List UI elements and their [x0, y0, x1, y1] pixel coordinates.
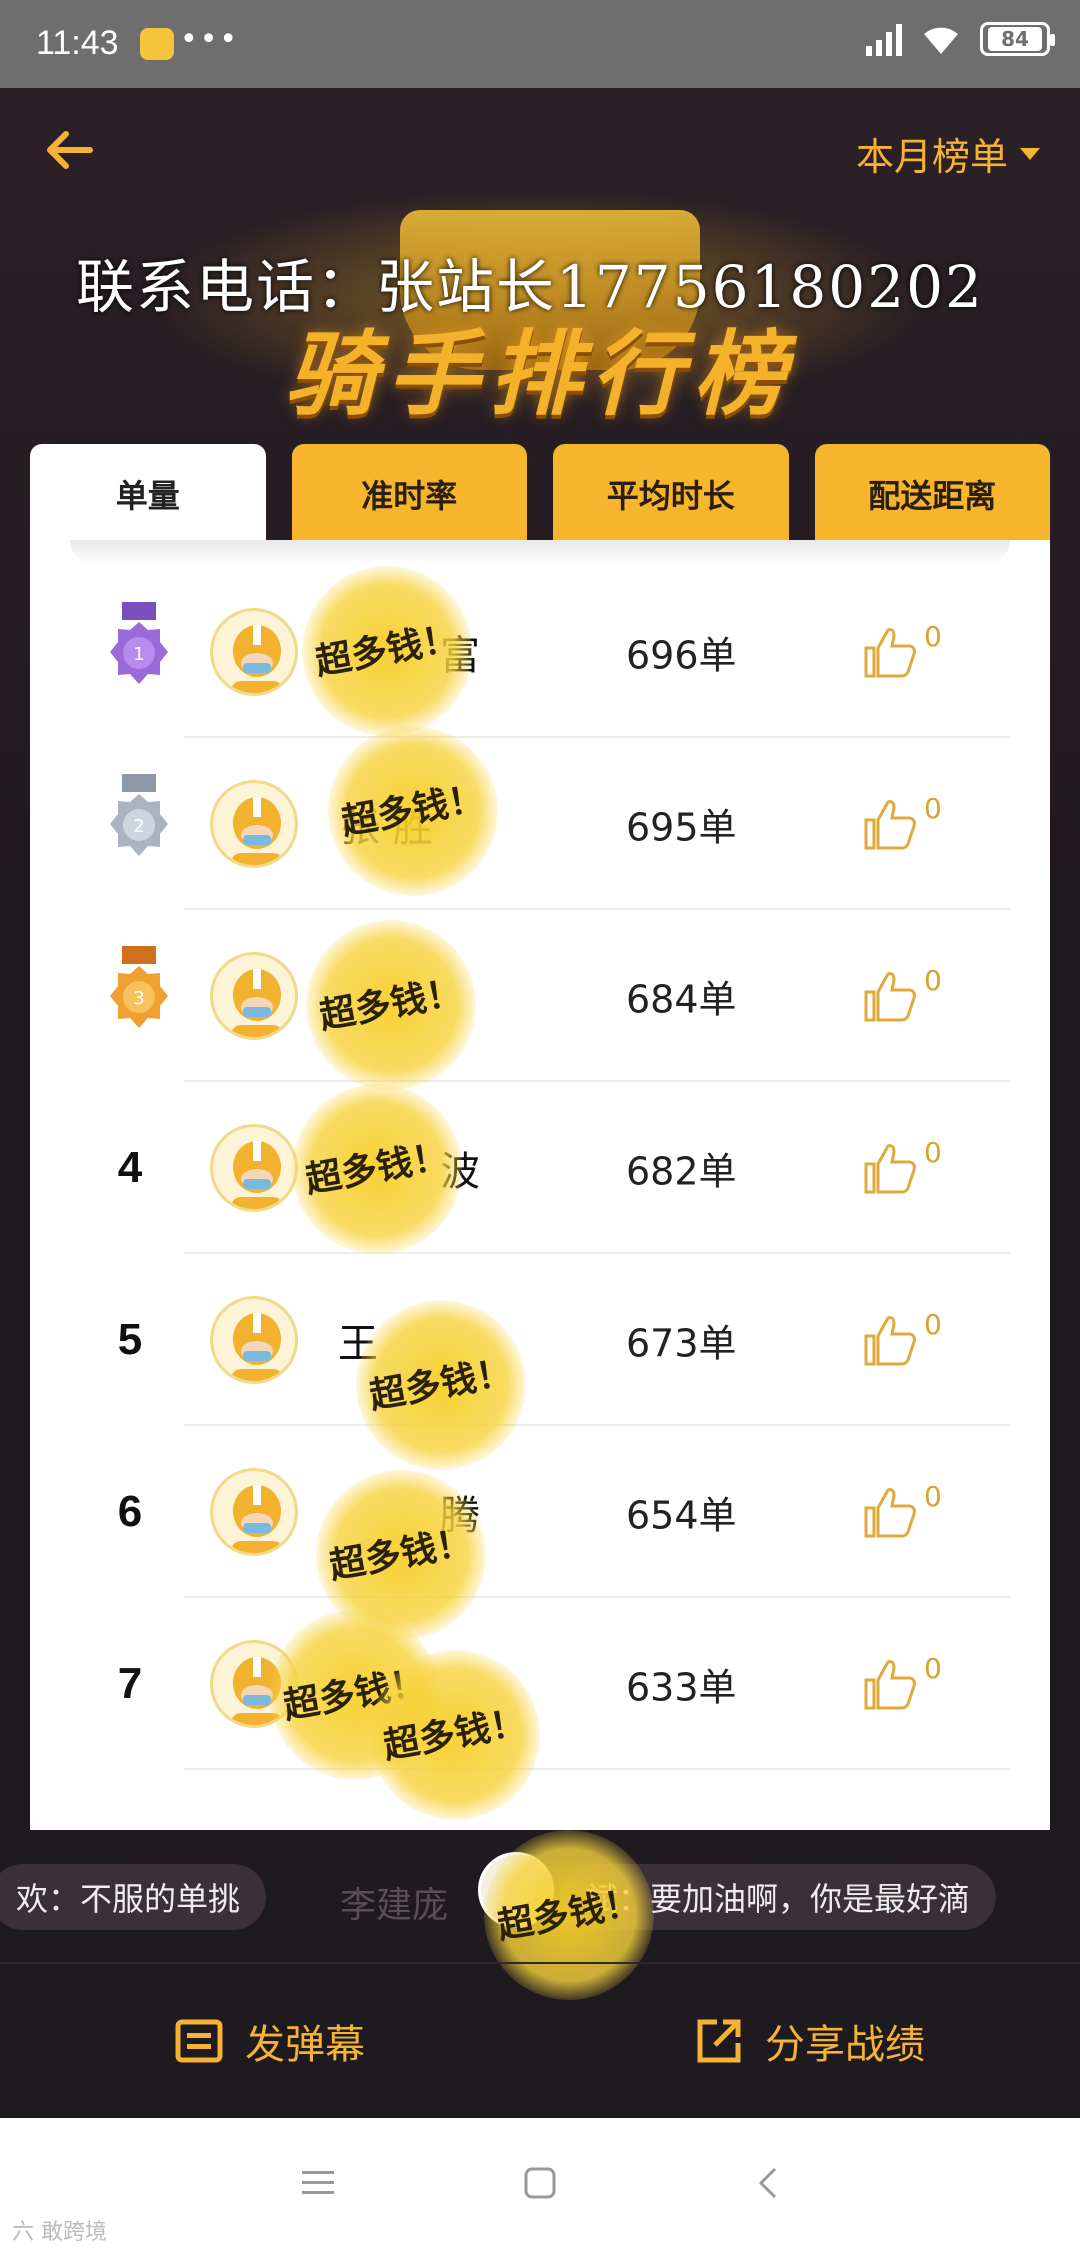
status-bar: 11:43 ••• 84	[0, 0, 1080, 88]
like-count: 0	[924, 964, 942, 997]
like-button[interactable]: 0	[862, 964, 942, 1024]
avatar	[210, 1468, 298, 1556]
list-item[interactable]: 7 633单 0	[30, 1598, 1050, 1770]
like-count: 0	[924, 792, 942, 825]
thumbs-up-icon	[864, 1660, 916, 1710]
signal-icon	[866, 22, 902, 56]
order-count: 633单	[626, 1665, 737, 1710]
medal-rank: 1	[133, 644, 144, 665]
like-button[interactable]: 0	[862, 620, 942, 680]
send-danmu-button[interactable]: 发弹幕	[0, 1964, 540, 2118]
danmu-icon	[175, 2019, 223, 2063]
like-count: 0	[924, 1480, 942, 1513]
like-count: 0	[924, 1308, 942, 1341]
avatar	[210, 780, 298, 868]
rank-number: 6	[117, 1487, 143, 1536]
more-notifications-icon: •••	[180, 22, 240, 57]
order-count: 684单	[626, 977, 737, 1022]
like-button[interactable]: 0	[862, 1308, 942, 1368]
avatar	[210, 608, 298, 696]
like-count: 0	[924, 620, 942, 653]
danmu-ghost-text: 李建庞	[340, 1885, 449, 1926]
send-danmu-label: 发弹幕	[245, 2022, 365, 2068]
danmu-bar: 欢：不服的单挑 李建庞 斌：要加油啊，你是最好滴 超多钱！	[0, 1816, 1080, 2014]
battery-icon: 84	[980, 22, 1055, 56]
tab-delivery-distance[interactable]: 配送距离	[814, 444, 1050, 544]
avatar	[210, 1296, 298, 1384]
back-icon	[758, 2167, 777, 2199]
list-item[interactable]: 6 腾 654单 0	[30, 1426, 1050, 1598]
danmu-message: 欢：不服的单挑	[0, 1864, 267, 1930]
thumbs-up-icon	[864, 972, 916, 1022]
medal-rank: 3	[133, 988, 144, 1009]
bottom-actions: 发弹幕 分享战绩	[0, 1962, 1080, 2118]
app-notification-icon	[140, 28, 174, 60]
avatar	[210, 1124, 298, 1212]
order-count: 695单	[626, 805, 737, 850]
thumbs-up-icon	[864, 1488, 916, 1538]
share-button[interactable]: 分享战绩	[540, 1964, 1080, 2118]
bronze-medal-icon: 3	[110, 946, 168, 1028]
like-button[interactable]: 0	[862, 1136, 942, 1196]
ranking-tabs: 单量 准时率 平均时长 配送距离	[30, 444, 1050, 544]
list-item[interactable]: 3 684单 0	[30, 910, 1050, 1082]
tab-average-duration[interactable]: 平均时长	[553, 444, 789, 544]
watermark: 六 敢跨境	[12, 2220, 107, 2245]
danmu-text: 欢：不服的单挑	[16, 1880, 241, 1918]
list-item[interactable]: 1 富 696单 0	[30, 566, 1050, 738]
avatar	[210, 952, 298, 1040]
medal-rank: 2	[133, 816, 144, 837]
ranking-list: 1 富 696单 0 2 张 胜 695单 0	[30, 540, 1050, 1834]
list-item[interactable]: 2 张 胜 695单 0	[30, 738, 1050, 910]
list-item[interactable]: 5 王 673单 0	[30, 1254, 1050, 1426]
tab-order-count[interactable]: 单量	[30, 444, 266, 544]
row-divider	[184, 1768, 1010, 1770]
share-icon	[697, 2019, 741, 2063]
home-icon	[524, 2167, 556, 2199]
rank-number: 4	[117, 1143, 143, 1192]
menu-icon	[302, 2171, 334, 2194]
order-count: 682单	[626, 1149, 737, 1194]
battery-level: 84	[988, 27, 1042, 51]
like-button[interactable]: 0	[862, 1652, 942, 1712]
navigation-bar	[0, 2118, 1080, 2248]
thumbs-up-icon	[864, 1316, 916, 1366]
home-button[interactable]	[510, 2158, 570, 2208]
order-count: 654单	[626, 1493, 737, 1538]
rank-number: 5	[117, 1315, 143, 1364]
thumbs-up-icon	[864, 628, 916, 678]
gold-medal-icon: 1	[110, 602, 168, 684]
rank-number: 7	[117, 1659, 143, 1708]
like-count: 0	[924, 1136, 942, 1169]
tab-on-time-rate[interactable]: 准时率	[291, 444, 527, 544]
list-top-shadow	[70, 540, 1010, 564]
thumbs-up-icon	[864, 800, 916, 850]
contact-overlay-text: 联系电话：张站长17756180202	[76, 253, 984, 321]
like-button[interactable]: 0	[862, 792, 942, 852]
menu-button[interactable]	[288, 2158, 348, 2208]
silver-medal-icon: 2	[110, 774, 168, 856]
order-count: 673单	[626, 1321, 737, 1366]
share-label: 分享战绩	[765, 2022, 925, 2068]
wifi-icon	[920, 22, 962, 56]
order-count: 696单	[626, 633, 737, 678]
like-button[interactable]: 0	[862, 1480, 942, 1540]
list-item[interactable]: 4 波 682单 0	[30, 1082, 1050, 1254]
status-time: 11:43	[36, 24, 119, 62]
thumbs-up-icon	[864, 1144, 916, 1194]
chevron-down-icon	[1020, 147, 1040, 160]
like-count: 0	[924, 1652, 942, 1685]
back-nav-button[interactable]	[738, 2158, 798, 2208]
